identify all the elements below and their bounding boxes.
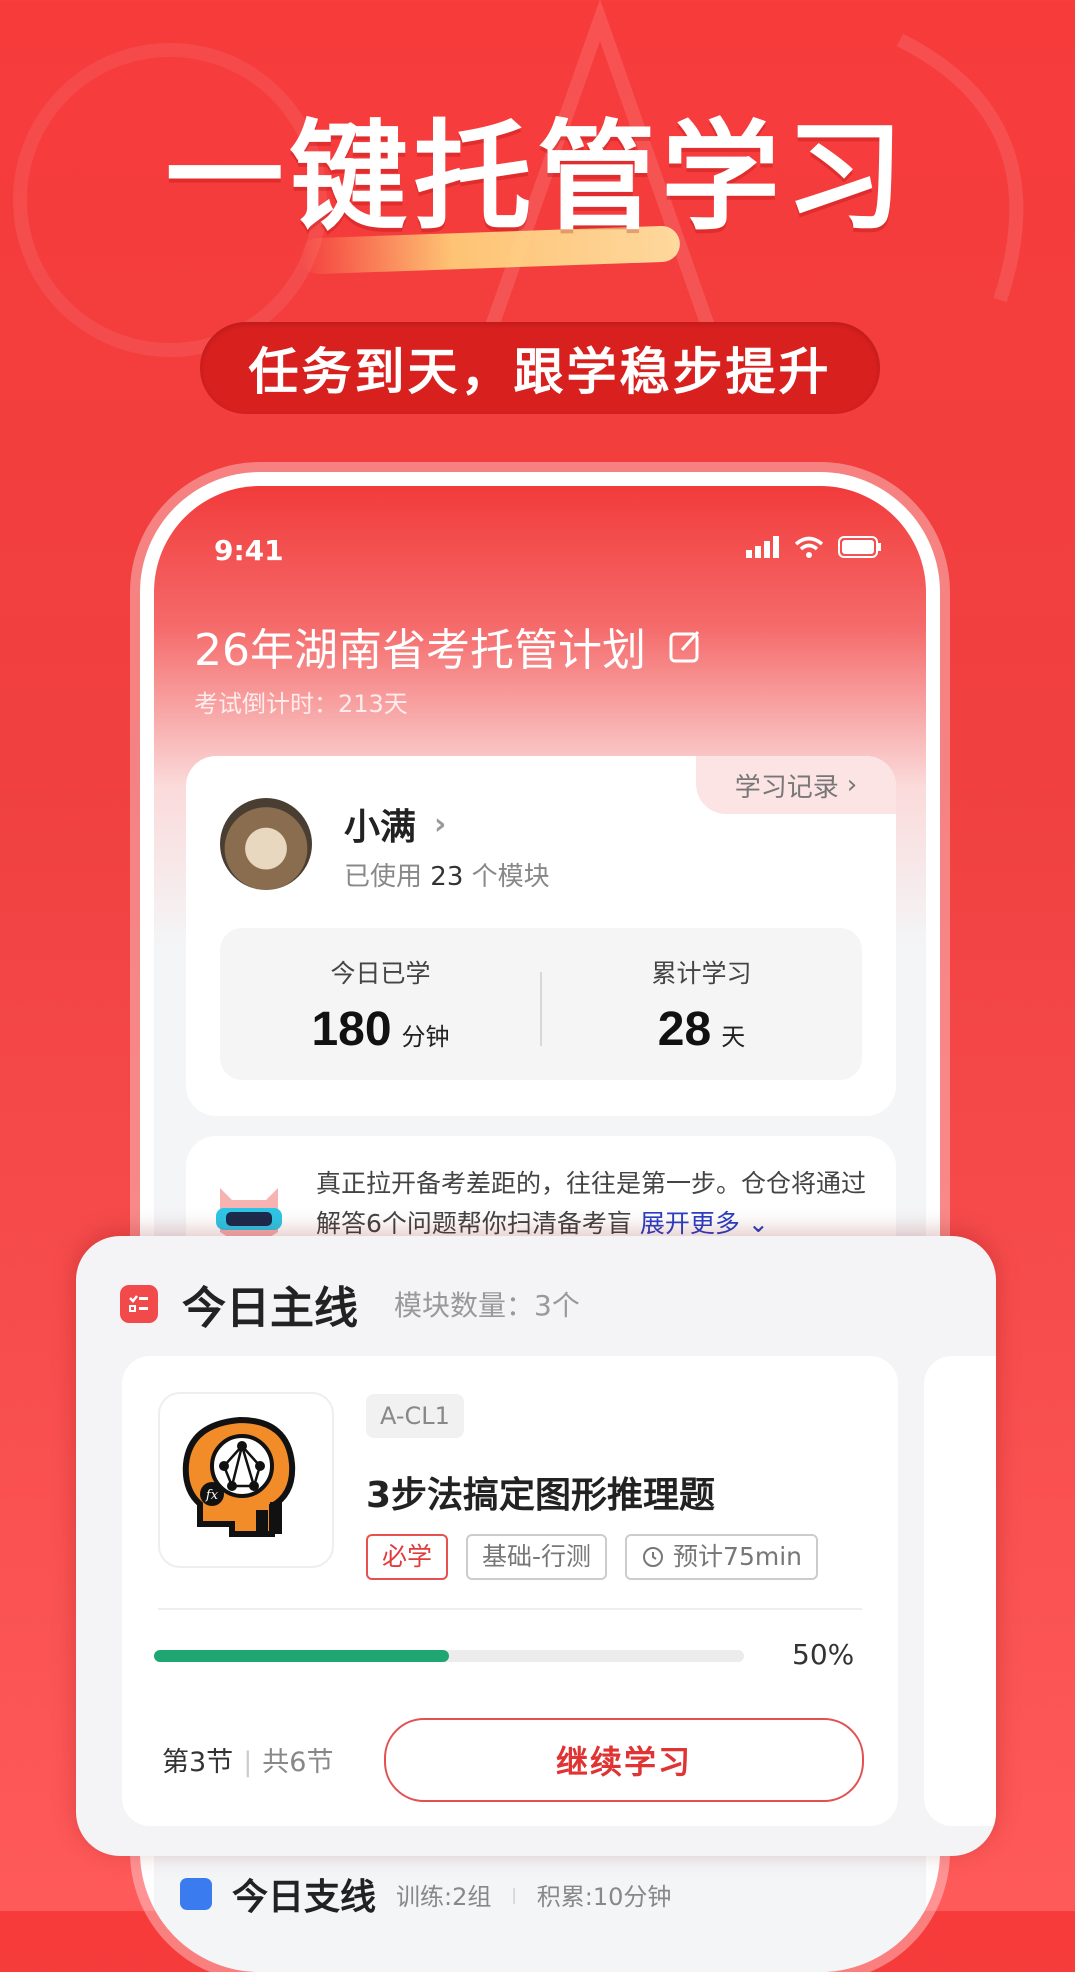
continue-learning-button[interactable]: 继续学习 bbox=[384, 1718, 864, 1802]
stat-value: 28 bbox=[657, 1003, 712, 1056]
user-name: 小满 bbox=[344, 807, 417, 848]
side-separator: | bbox=[511, 1884, 517, 1904]
chevron-right-icon: › bbox=[846, 770, 858, 800]
progress-bar bbox=[154, 1650, 744, 1662]
tag-duration: 预计75min bbox=[625, 1534, 819, 1580]
battery-icon bbox=[838, 536, 881, 558]
next-course-card-peek[interactable] bbox=[924, 1356, 996, 1826]
chevron-right-icon: › bbox=[434, 806, 447, 842]
course-thumbnail: fx bbox=[158, 1392, 334, 1568]
side-accum: 积累:10分钟 bbox=[536, 1882, 672, 1911]
module-quantity: 模块数量：3个 bbox=[394, 1289, 580, 1322]
stat-total: 累计学习 28 天 bbox=[541, 954, 862, 1057]
lesson-separator: | bbox=[243, 1747, 253, 1778]
lesson-total: 共6节 bbox=[262, 1747, 334, 1778]
side-train: 训练:2组 bbox=[396, 1882, 492, 1911]
module-usage: 已使用 23 个模块 bbox=[344, 856, 550, 893]
wifi-icon bbox=[794, 536, 824, 558]
user-name-row[interactable]: 小满 › bbox=[344, 798, 446, 850]
module-count: 23 bbox=[430, 862, 464, 892]
course-code: A-CL1 bbox=[366, 1394, 464, 1438]
brain-network-icon: fx bbox=[182, 1416, 296, 1537]
tag-duration-label: 预计75min bbox=[673, 1542, 803, 1571]
stat-unit: 天 bbox=[721, 1024, 746, 1051]
progress-percent: 50% bbox=[792, 1638, 855, 1671]
module-prefix: 已使用 bbox=[344, 862, 423, 892]
study-record-label: 学习记录 bbox=[734, 772, 839, 803]
exam-countdown: 考试倒计时：213天 bbox=[194, 690, 408, 718]
lesson-progress: 第3节 | 共6节 bbox=[162, 1740, 333, 1779]
study-stats: 今日已学 180 分钟 累计学习 28 天 bbox=[220, 928, 862, 1080]
plan-title-text: 26年湖南省考托管计划 bbox=[194, 625, 646, 676]
chevron-down-icon: ⌄ bbox=[747, 1209, 769, 1238]
expand-more-label: 展开更多 bbox=[639, 1209, 740, 1238]
main-line-title: 今日主线 bbox=[182, 1283, 358, 1334]
user-card: 学习记录 › 小满 › 已使用 23 个模块 今日已学 180 分钟 累计学习 … bbox=[186, 756, 896, 1116]
stat-unit: 分钟 bbox=[401, 1024, 450, 1051]
side-line-title: 今日支线 bbox=[232, 1877, 377, 1918]
course-title: 3步法搞定图形推理题 bbox=[366, 1475, 716, 1516]
progress-bar-fill bbox=[154, 1650, 449, 1662]
checklist-icon bbox=[120, 1285, 158, 1323]
svg-text:fx: fx bbox=[205, 1488, 219, 1503]
expand-more-link[interactable]: 展开更多 ⌄ bbox=[640, 1209, 769, 1238]
tag-required: 必学 bbox=[366, 1534, 449, 1580]
module-suffix: 个模块 bbox=[471, 862, 550, 892]
side-line-header[interactable]: 今日支线 训练:2组 | 积累:10分钟 bbox=[180, 1868, 671, 1920]
plan-title[interactable]: 26年湖南省考托管计划 bbox=[194, 614, 704, 678]
main-line-card: 今日主线 模块数量：3个 fx A-CL1 3步法搞定图形推理题 必学 基础-行… bbox=[76, 1236, 996, 1856]
hierarchy-icon bbox=[180, 1878, 212, 1910]
stat-label: 今日已学 bbox=[330, 959, 431, 988]
status-time: 9:41 bbox=[214, 534, 284, 567]
tip-text: 真正拉开备考差距的，往往是第一步。仓仓将通过解答6个问题帮你扫清备考盲 展开更多… bbox=[316, 1164, 876, 1244]
avatar[interactable] bbox=[220, 798, 312, 890]
signal-icon bbox=[746, 536, 779, 558]
stat-today: 今日已学 180 分钟 bbox=[220, 954, 541, 1057]
edit-icon[interactable] bbox=[668, 628, 704, 664]
headline: 一键托管学习 bbox=[165, 108, 910, 246]
stat-label: 累计学习 bbox=[651, 959, 752, 988]
clock-icon bbox=[643, 1547, 664, 1567]
course-tags: 必学 基础-行测 预计75min bbox=[366, 1534, 819, 1580]
divider bbox=[158, 1608, 862, 1610]
subtitle-pill: 任务到天，跟学稳步提升 bbox=[200, 322, 880, 414]
study-record-link[interactable]: 学习记录 › bbox=[696, 756, 896, 814]
lesson-current: 第3节 bbox=[162, 1747, 234, 1778]
tip-body: 真正拉开备考差距的，往往是第一步。仓仓将通过解答6个问题帮你扫清备考盲 bbox=[316, 1169, 867, 1238]
status-icons bbox=[746, 536, 882, 558]
tag-category: 基础-行测 bbox=[466, 1534, 608, 1580]
course-card[interactable]: fx A-CL1 3步法搞定图形推理题 必学 基础-行测 预计75min 50%… bbox=[122, 1356, 898, 1826]
main-line-header: 今日主线 模块数量：3个 bbox=[120, 1272, 580, 1336]
stat-value: 180 bbox=[311, 1003, 392, 1056]
